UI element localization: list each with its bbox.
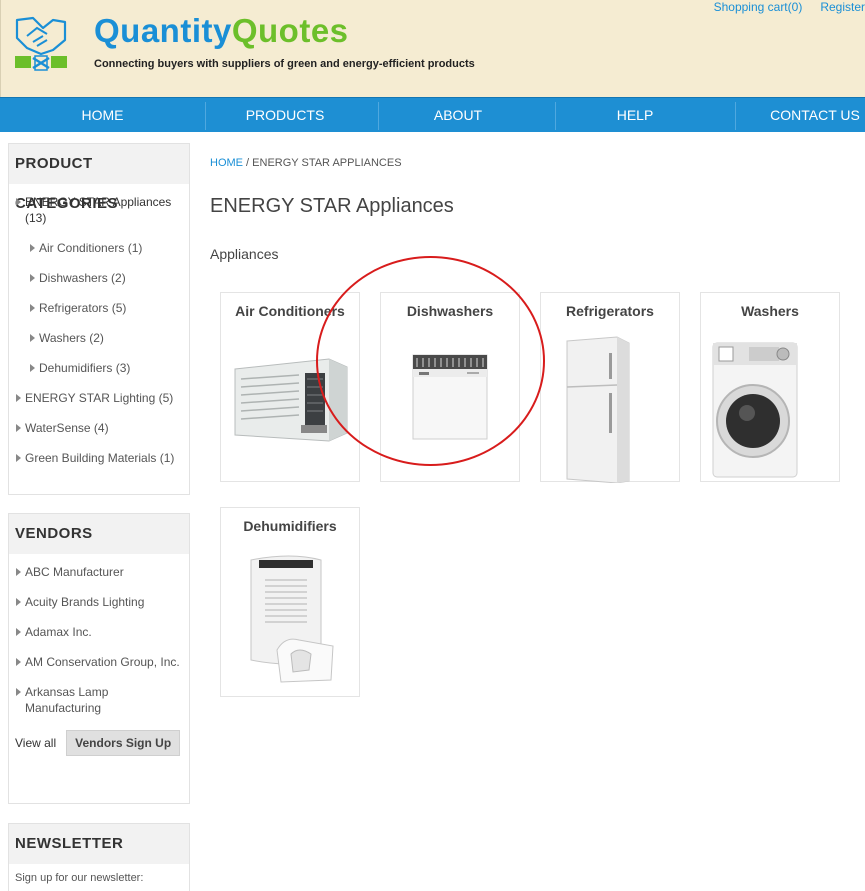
shopping-cart-link[interactable]: Shopping cart(0)	[714, 0, 803, 14]
category-dishwashers[interactable]: Dishwashers (2)	[29, 270, 181, 286]
vendors-title: VENDORS	[9, 514, 189, 554]
account-links: Shopping cart(0) Register	[696, 0, 865, 14]
newsletter-title: NEWSLETTER	[9, 824, 189, 864]
category-energy-star-appliances[interactable]: ENERGY STAR Appliances (13)	[15, 194, 181, 226]
main-nav: HOME PRODUCTS ABOUT HELP CONTACT US	[0, 97, 865, 132]
vendor-item[interactable]: AM Conservation Group, Inc.	[15, 654, 181, 670]
newsletter-text: Sign up for our newsletter:	[15, 872, 144, 884]
vendor-item[interactable]: Arkansas Lamp Manufacturing	[15, 684, 181, 716]
washer-image	[712, 342, 798, 478]
category-washers[interactable]: Washers (2)	[29, 330, 181, 346]
category-green-building-materials[interactable]: Green Building Materials (1)	[15, 450, 181, 466]
product-card-refrigerators[interactable]: Refrigerators	[540, 292, 680, 483]
product-card-title: Refrigerators	[566, 303, 654, 319]
nav-products[interactable]: PRODUCTS	[205, 98, 365, 133]
handshake-logo-icon[interactable]	[13, 14, 69, 72]
product-card-title: Dishwashers	[406, 303, 494, 319]
vendor-item[interactable]: Acuity Brands Lighting	[15, 594, 181, 610]
dishwasher-image	[412, 354, 488, 440]
view-all-vendors-link[interactable]: View all	[15, 736, 56, 750]
brand-wordmark[interactable]: QuantityQuotes	[94, 12, 349, 50]
dehumidifier-image	[250, 555, 334, 683]
product-card-washers[interactable]: Washers	[700, 292, 840, 482]
brand-part-2: Quotes	[231, 12, 349, 49]
category-air-conditioners[interactable]: Air Conditioners (1)	[29, 240, 181, 256]
breadcrumb-separator: /	[243, 157, 253, 169]
category-refrigerators[interactable]: Refrigerators (5)	[29, 300, 181, 316]
page-title: ENERGY STAR Appliances	[210, 195, 454, 217]
site-tagline: Connecting buyers with suppliers of gree…	[94, 58, 475, 70]
product-card-title: Dehumidifiers	[243, 518, 337, 534]
nav-home[interactable]: HOME	[0, 98, 205, 133]
vendors-sign-up-button[interactable]: Vendors Sign Up	[66, 730, 181, 756]
product-categories-list: ENERGY STAR Appliances (13) Air Conditio…	[9, 184, 189, 488]
nav-about[interactable]: ABOUT	[378, 98, 538, 133]
product-categories-box: PRODUCT CATEGORIES ENERGY STAR Appliance…	[8, 143, 190, 495]
air-conditioner-image	[234, 358, 348, 442]
product-card-dishwashers[interactable]: Dishwashers	[380, 292, 520, 482]
nav-help[interactable]: HELP	[555, 98, 715, 133]
nav-contact-us[interactable]: CONTACT US	[735, 98, 865, 133]
vendor-actions: View all Vendors Sign Up	[15, 730, 181, 756]
newsletter-box: NEWSLETTER Sign up for our newsletter:	[8, 823, 190, 891]
product-categories-title: PRODUCT CATEGORIES	[9, 144, 189, 212]
brand-part-1: Quantity	[94, 12, 232, 49]
vendor-item[interactable]: ABC Manufacturer	[15, 564, 181, 580]
breadcrumb: HOME / ENERGY STAR APPLIANCES	[210, 157, 402, 169]
refrigerator-image	[566, 336, 630, 483]
category-dehumidifiers[interactable]: Dehumidifiers (3)	[29, 360, 181, 376]
site-header: QuantityQuotes Connecting buyers with su…	[0, 0, 865, 97]
category-energy-star-lighting[interactable]: ENERGY STAR Lighting (5)	[15, 390, 181, 406]
product-card-dehumidifiers[interactable]: Dehumidifiers	[220, 507, 360, 697]
breadcrumb-current: ENERGY STAR APPLIANCES	[252, 157, 402, 169]
register-link[interactable]: Register	[820, 0, 865, 14]
product-card-title: Air Conditioners	[235, 303, 345, 319]
category-watersense[interactable]: WaterSense (4)	[15, 420, 181, 436]
product-card-title: Washers	[741, 303, 799, 319]
product-card-air-conditioners[interactable]: Air Conditioners	[220, 292, 360, 482]
breadcrumb-home-link[interactable]: HOME	[210, 157, 243, 169]
vendor-item[interactable]: Adamax Inc.	[15, 624, 181, 640]
section-heading: Appliances	[210, 246, 279, 262]
vendors-box: VENDORS ABC Manufacturer Acuity Brands L…	[8, 513, 190, 804]
vendors-list: ABC Manufacturer Acuity Brands Lighting …	[9, 554, 189, 764]
